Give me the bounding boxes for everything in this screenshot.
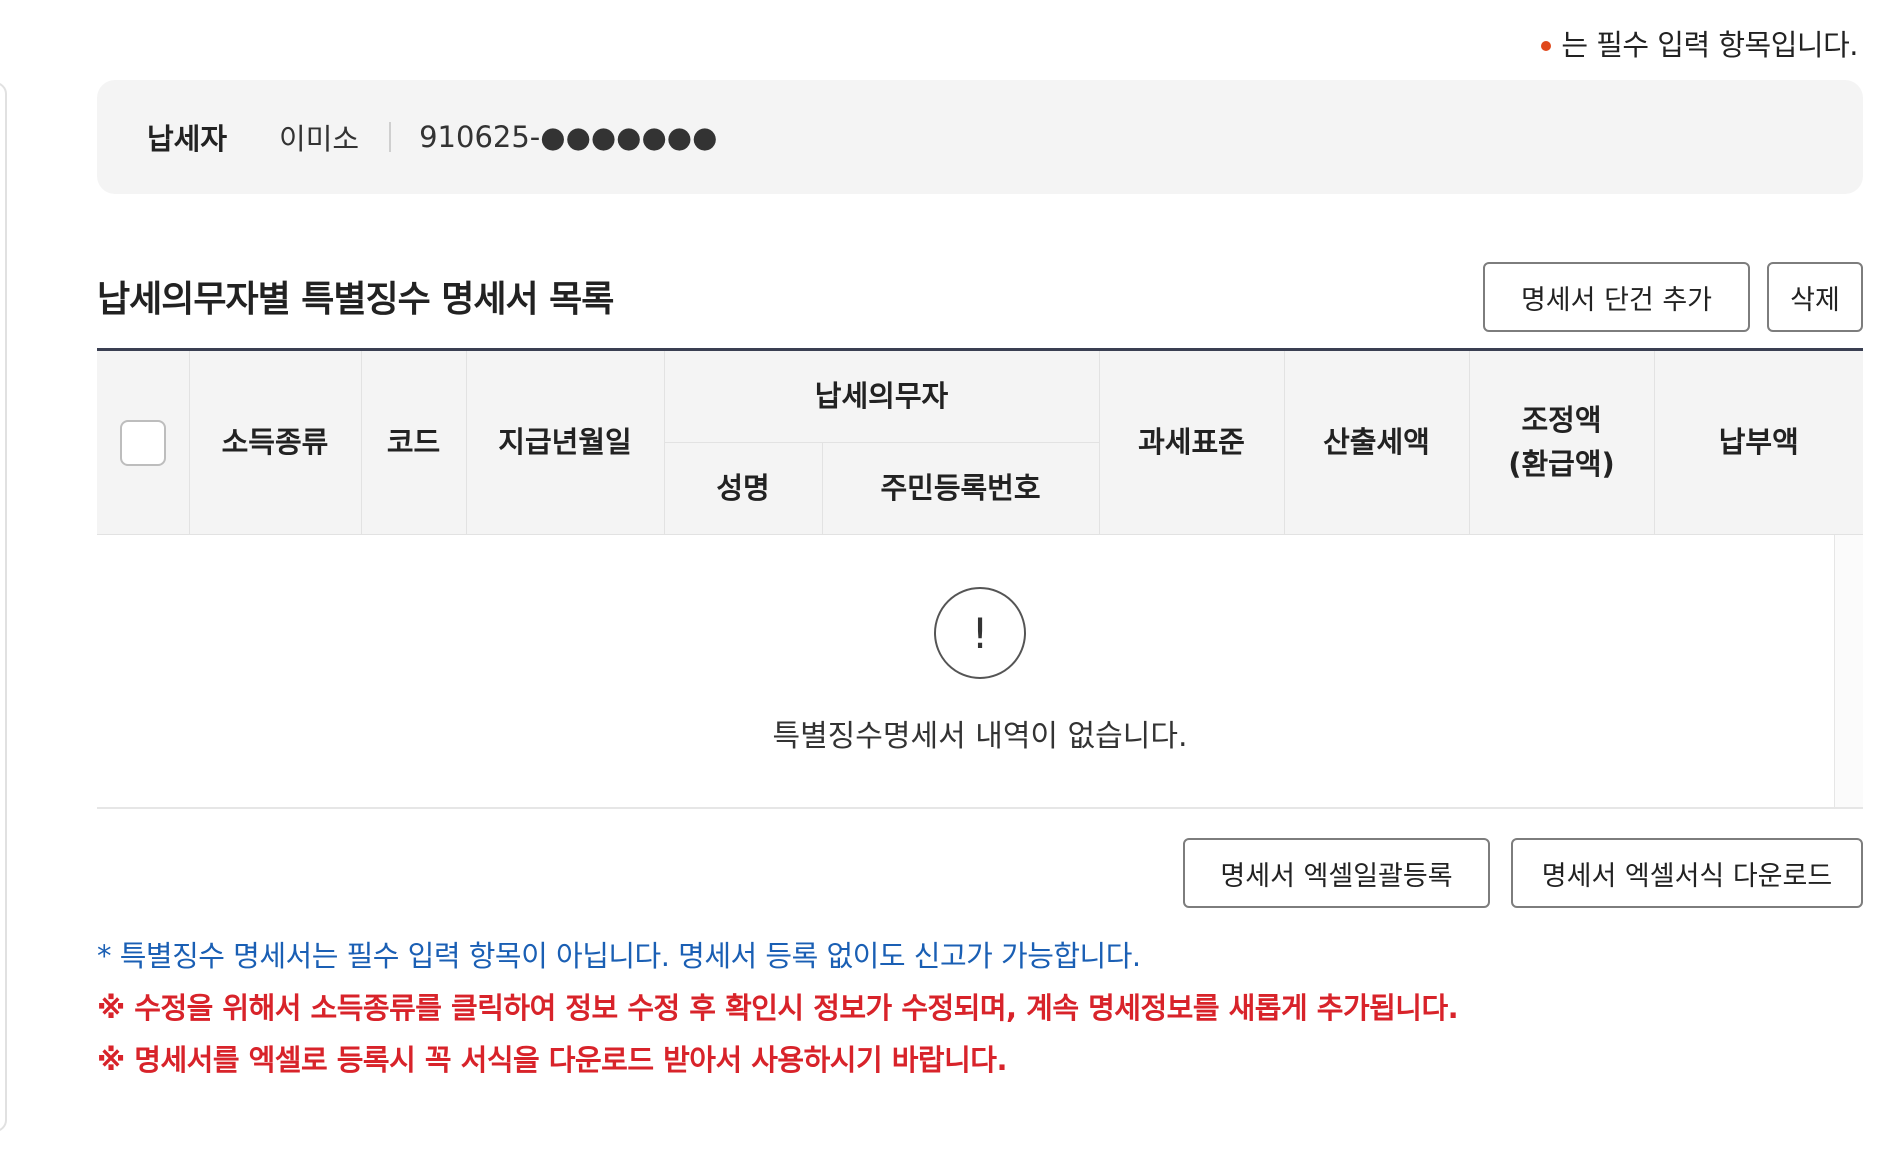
taxpayer-divider — [389, 122, 392, 152]
excel-template-download-button[interactable]: 명세서 엑셀서식 다운로드 — [1511, 838, 1863, 908]
add-single-statement-button[interactable]: 명세서 단건 추가 — [1483, 262, 1750, 332]
statement-table: 소득종류 코드 지급년월일 납세의무자 과세표준 산출세액 조정액 (환급액) … — [97, 348, 1863, 809]
header-code: 코드 — [360, 348, 466, 535]
header-obligor: 납세의무자 — [663, 348, 1099, 443]
required-field-note: 는 필수 입력 항목입니다. — [1541, 22, 1858, 64]
header-adjustment-line2: (환급액) — [1508, 446, 1615, 481]
warning-note-edit: ※ 수정을 위해서 소득종류를 클릭하여 정보 수정 후 확인시 정보가 수정되… — [97, 991, 1459, 1025]
section-title: 납세의무자별 특별징수 명세서 목록 — [97, 279, 614, 320]
exclamation-icon: ! — [934, 587, 1026, 679]
required-note-text: 는 필수 입력 항목입니다. — [1561, 28, 1858, 62]
info-note: * 특별징수 명세서는 필수 입력 항목이 아닙니다. 명세서 등록 없이도 신… — [97, 939, 1141, 973]
header-adjustment: 조정액 (환급액) — [1468, 348, 1654, 535]
delete-button[interactable]: 삭제 — [1767, 262, 1863, 332]
taxpayer-label: 납세자 — [147, 122, 228, 156]
taxpayer-info-box: 납세자 이미소 910625-●●●●●●● — [97, 80, 1863, 194]
header-name: 성명 — [663, 442, 822, 535]
header-payment: 납부액 — [1653, 348, 1863, 535]
left-panel-edge — [0, 82, 7, 1132]
taxpayer-rrn: 910625-●●●●●●● — [419, 120, 718, 154]
empty-state: ! 특별징수명세서 내역이 없습니다. — [97, 535, 1863, 807]
header-rrn: 주민등록번호 — [821, 442, 1099, 535]
header-tax-base: 과세표준 — [1098, 348, 1284, 535]
empty-row: ! 특별징수명세서 내역이 없습니다. — [97, 534, 1863, 809]
empty-message: 특별징수명세서 내역이 없습니다. — [772, 719, 1188, 754]
header-calculated-tax: 산출세액 — [1283, 348, 1469, 535]
header-income-type[interactable]: 소득종류 — [188, 348, 361, 535]
header-pay-date: 지급년월일 — [465, 348, 664, 535]
excel-bulk-upload-button[interactable]: 명세서 엑셀일괄등록 — [1183, 838, 1490, 908]
header-adjustment-line1: 조정액 — [1521, 403, 1602, 437]
warning-note-excel: ※ 명세서를 엑셀로 등록시 꼭 서식을 다운로드 받아서 사용하시기 바랍니다… — [97, 1043, 1007, 1077]
table-scrollbar[interactable] — [1834, 535, 1863, 807]
taxpayer-name: 이미소 — [279, 122, 360, 156]
notes-section: * 특별징수 명세서는 필수 입력 항목이 아닙니다. 명세서 등록 없이도 신… — [97, 930, 1459, 1086]
required-dot-icon — [1541, 41, 1552, 51]
select-all-cell — [97, 348, 189, 535]
select-all-checkbox[interactable] — [119, 419, 166, 466]
